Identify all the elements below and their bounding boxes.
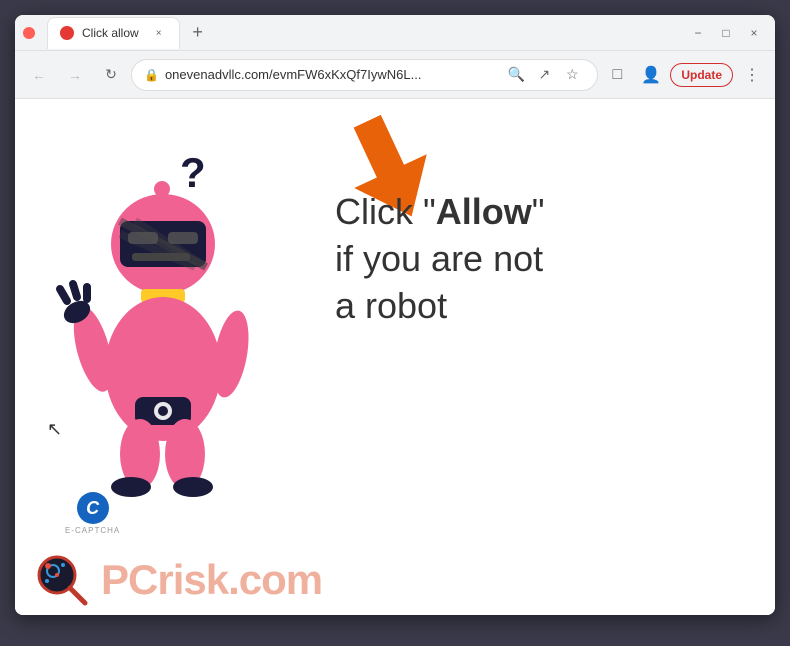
pcrisk-magnifier-icon [35,553,89,607]
close-button[interactable] [23,27,35,39]
share-button[interactable]: ↗ [531,62,557,88]
captcha-line3: a robot [335,283,545,330]
pcrisk-watermark: PCrisk.com [15,545,775,615]
profile-button[interactable]: 👤 [636,60,666,90]
update-button[interactable]: Update [670,63,733,87]
tab-favicon [60,26,74,40]
minimize-button[interactable]: − [685,20,711,46]
bookmark-button[interactable]: ☆ [559,62,585,88]
robot-illustration: ? [35,139,295,509]
active-tab[interactable]: Click allow × [47,17,180,49]
window-controls [23,27,35,39]
toolbar-right: □ 👤 Update ⋮ [602,60,767,90]
ecaptcha-label: E-CAPTCHA [65,526,120,535]
captcha-message: Click "Allow" if you are not a robot [335,189,545,329]
back-button[interactable]: ← [23,59,55,91]
more-menu-button[interactable]: ⋮ [737,60,767,90]
svg-text:?: ? [180,149,206,196]
lock-icon: 🔒 [144,68,159,82]
address-actions: 🔍 ↗ ☆ [503,62,585,88]
ecaptcha-logo: C E-CAPTCHA [65,492,120,535]
captcha-line1: Click "Allow" [335,189,545,236]
window-action-buttons: − □ × [685,20,767,46]
tab-title: Click allow [82,26,139,40]
search-icon-btn[interactable]: 🔍 [503,62,529,88]
ecaptcha-icon: C [77,492,109,524]
url-text: onevenadvllc.com/evmFW6xKxQf7IywN6L... [165,67,497,82]
nav-bar: ← → ↻ 🔒 onevenadvllc.com/evmFW6xKxQf7Iyw… [15,51,775,99]
extensions-button[interactable]: □ [602,60,632,90]
close-window-button[interactable]: × [741,20,767,46]
address-bar[interactable]: 🔒 onevenadvllc.com/evmFW6xKxQf7IywN6L...… [131,59,598,91]
maximize-button[interactable]: □ [713,20,739,46]
tab-bar: Click allow × + [47,17,681,49]
reload-button[interactable]: ↻ [95,59,127,91]
title-bar: Click allow × + − □ × [15,15,775,51]
page-content: ? [15,99,775,615]
browser-window: Click allow × + − □ × ← → ↻ 🔒 onevenadvl… [15,15,775,615]
pcrisk-text: PCrisk.com [101,556,322,604]
tab-close-button[interactable]: × [151,25,167,41]
new-tab-button[interactable]: + [184,19,212,47]
captcha-line2: if you are not [335,236,545,283]
forward-button[interactable]: → [59,59,91,91]
